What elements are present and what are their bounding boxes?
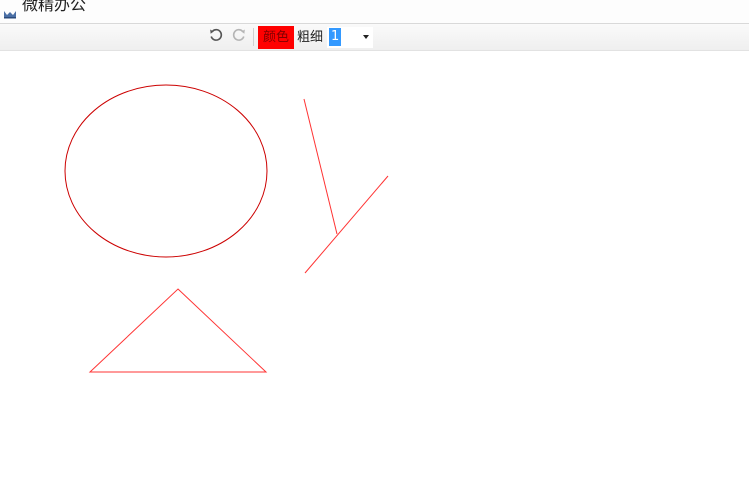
- drawn-line-diagonal: [304, 175, 389, 274]
- color-button[interactable]: 颜色: [258, 26, 294, 49]
- title-bar: 微精办公: [0, 0, 749, 24]
- thickness-select[interactable]: 1: [327, 27, 373, 48]
- drawn-ellipse: [64, 84, 268, 258]
- toolbar-divider: [253, 28, 254, 46]
- window-title: 微精办公: [22, 0, 87, 14]
- drawn-line-steep: [303, 98, 338, 235]
- redo-icon: [231, 27, 247, 47]
- drawn-triangle: [88, 288, 268, 373]
- redo-button[interactable]: [230, 28, 248, 46]
- thickness-selected-value: 1: [329, 28, 342, 46]
- undo-button[interactable]: [207, 28, 225, 46]
- app-logo-icon: [3, 4, 17, 19]
- drawing-canvas[interactable]: [0, 51, 749, 486]
- app-window: 微精办公 颜色 粗细 1: [0, 0, 749, 486]
- undo-icon: [208, 27, 224, 47]
- canvas-drawing-layer: [64, 84, 389, 373]
- thickness-label: 粗细: [297, 30, 324, 45]
- chevron-down-icon: [363, 35, 369, 39]
- toolbar: 颜色 粗细 1: [0, 24, 749, 51]
